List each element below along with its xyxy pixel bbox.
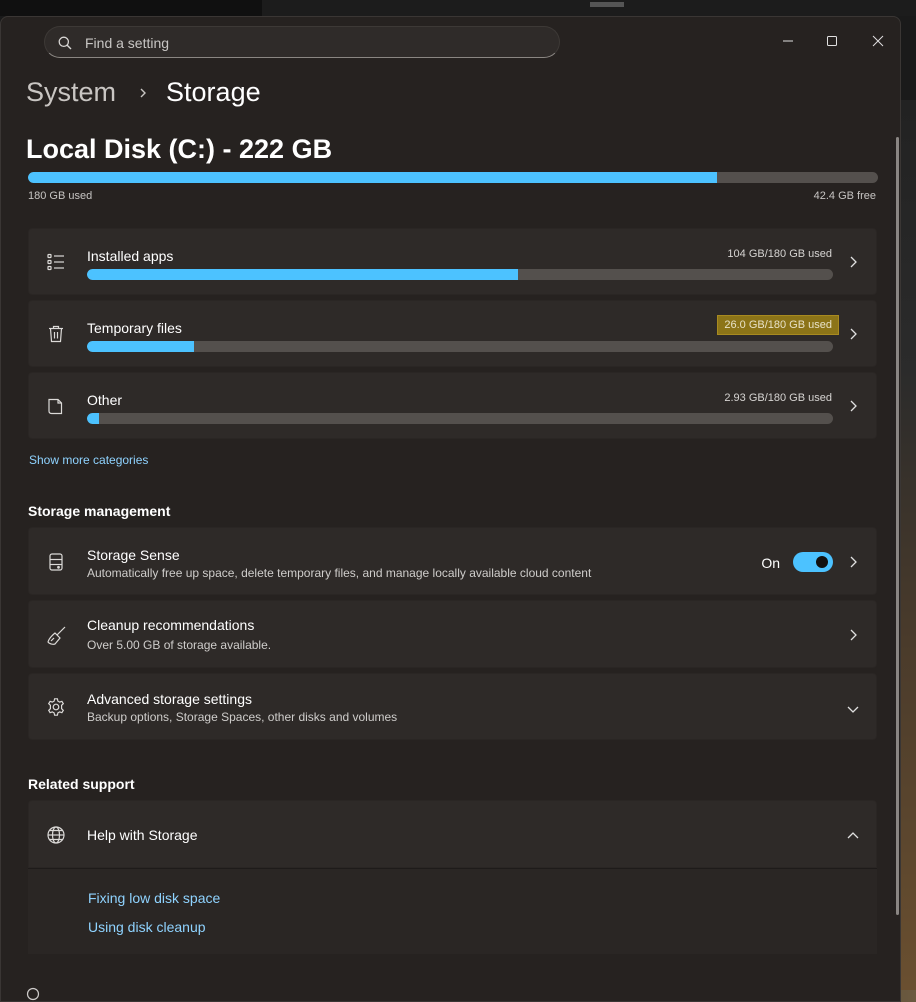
help-link-fixing-low-disk-space[interactable]: Fixing low disk space bbox=[88, 890, 220, 906]
storage-sense-toggle-label: On bbox=[761, 555, 780, 571]
category-value: 2.93 GB/180 GB used bbox=[724, 392, 832, 404]
minimize-icon bbox=[783, 40, 793, 42]
category-label: Other bbox=[87, 392, 123, 408]
advanced-storage-settings-subtitle: Backup options, Storage Spaces, other di… bbox=[87, 710, 398, 724]
help-with-storage-title: Help with Storage bbox=[87, 827, 198, 843]
category-bar-fill bbox=[87, 341, 195, 352]
gear-icon bbox=[46, 697, 66, 722]
show-more-categories-link[interactable]: Show more categories bbox=[29, 453, 148, 467]
storage-sense-title: Storage Sense bbox=[87, 547, 180, 563]
search-icon bbox=[58, 36, 72, 50]
related-support-heading: Related support bbox=[28, 776, 135, 792]
chevron-right-icon bbox=[848, 255, 858, 274]
chevron-right-icon bbox=[848, 555, 858, 574]
category-label: Installed apps bbox=[87, 248, 174, 264]
cleanup-recommendations-subtitle: Over 5.00 GB of storage available. bbox=[87, 638, 272, 652]
category-value: 26.0 GB/180 GB used bbox=[717, 315, 839, 335]
category-installed-apps[interactable]: Installed apps 104 GB/180 GB used bbox=[28, 228, 877, 295]
storage-sense-card[interactable]: Storage Sense Automatically free up spac… bbox=[28, 527, 877, 595]
category-label: Temporary files bbox=[87, 320, 182, 336]
desktop-background-right bbox=[900, 100, 916, 1002]
disk-free-label: 42.4 GB free bbox=[813, 190, 876, 202]
category-bar bbox=[87, 341, 833, 352]
storage-sense-toggle[interactable] bbox=[793, 552, 833, 572]
cleanup-recommendations-card[interactable]: Cleanup recommendations Over 5.00 GB of … bbox=[28, 600, 877, 668]
category-bar bbox=[87, 413, 833, 424]
chevron-right-icon bbox=[848, 628, 858, 647]
help-links-panel: Fixing low disk space Using disk cleanup bbox=[28, 868, 877, 954]
maximize-icon bbox=[827, 36, 837, 46]
drive-icon bbox=[46, 552, 66, 577]
advanced-storage-settings-card[interactable]: Advanced storage settings Backup options… bbox=[28, 673, 877, 740]
disk-used-label: 180 GB used bbox=[28, 190, 93, 202]
document-icon bbox=[46, 396, 66, 421]
chevron-down-icon bbox=[846, 701, 860, 719]
get-help-icon[interactable] bbox=[26, 987, 40, 1001]
search-box[interactable]: Find a setting bbox=[44, 26, 560, 58]
disk-usage-fill bbox=[28, 172, 717, 183]
category-other[interactable]: Other 2.93 GB/180 GB used bbox=[28, 372, 877, 439]
help-with-storage-card[interactable]: Help with Storage bbox=[28, 800, 877, 868]
scrollbar[interactable] bbox=[896, 137, 899, 915]
minimize-button[interactable] bbox=[765, 25, 811, 57]
list-icon bbox=[46, 252, 66, 277]
trash-icon bbox=[46, 324, 66, 349]
close-button[interactable] bbox=[855, 25, 900, 57]
breadcrumb-system[interactable]: System bbox=[26, 77, 116, 108]
category-bar-fill bbox=[87, 269, 519, 280]
broom-icon bbox=[46, 625, 68, 652]
desktop-background bbox=[0, 0, 916, 16]
close-icon bbox=[872, 35, 884, 47]
breadcrumb: System Storage bbox=[26, 77, 261, 108]
advanced-storage-settings-title: Advanced storage settings bbox=[87, 691, 252, 707]
maximize-button[interactable] bbox=[809, 25, 855, 57]
chevron-up-icon bbox=[846, 828, 860, 846]
cleanup-recommendations-title: Cleanup recommendations bbox=[87, 617, 255, 633]
disk-usage-bar bbox=[28, 172, 878, 183]
disk-title: Local Disk (C:) - 222 GB bbox=[26, 134, 333, 164]
chevron-right-icon bbox=[848, 327, 858, 346]
storage-management-heading: Storage management bbox=[28, 503, 171, 519]
category-temporary-files[interactable]: Temporary files 26.0 GB/180 GB used bbox=[28, 300, 877, 367]
storage-sense-subtitle: Automatically free up space, delete temp… bbox=[87, 566, 592, 580]
search-input[interactable]: Find a setting bbox=[85, 35, 169, 51]
category-bar bbox=[87, 269, 833, 280]
globe-icon bbox=[46, 825, 66, 850]
settings-window: Find a setting System Storage Local Disk… bbox=[0, 16, 901, 1002]
chevron-right-icon bbox=[848, 399, 858, 418]
help-link-using-disk-cleanup[interactable]: Using disk cleanup bbox=[88, 919, 206, 935]
page-title: Storage bbox=[166, 77, 261, 107]
chevron-right-icon bbox=[138, 86, 148, 100]
toggle-knob bbox=[816, 556, 828, 568]
category-value: 104 GB/180 GB used bbox=[727, 248, 832, 260]
category-bar-fill bbox=[87, 413, 99, 424]
